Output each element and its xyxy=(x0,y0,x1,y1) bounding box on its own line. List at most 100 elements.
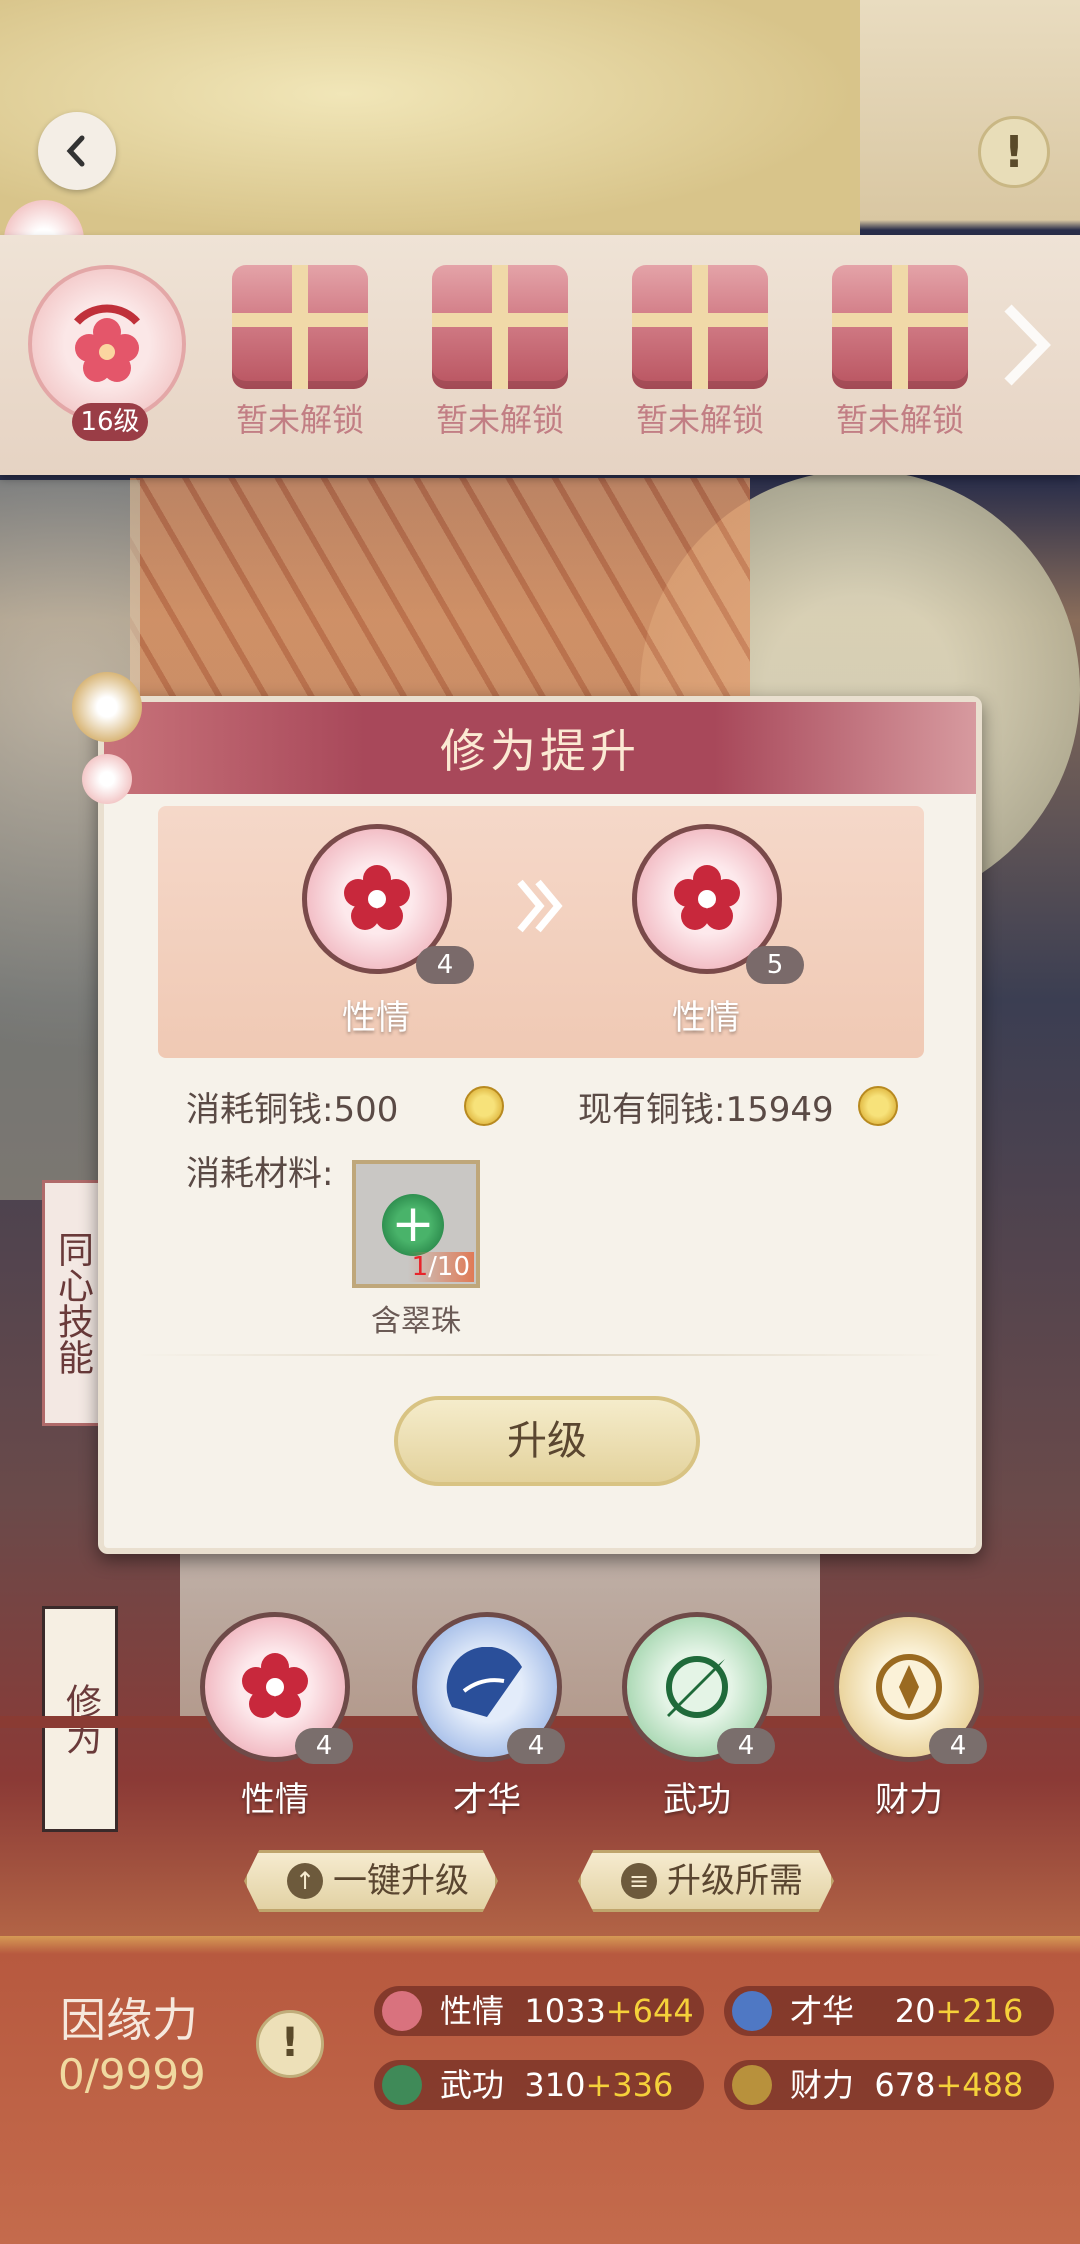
coin-owned-label: 现有铜钱 xyxy=(578,1090,714,1130)
stat-base: 20 xyxy=(894,1992,936,2030)
coin-icon xyxy=(876,1654,942,1720)
stat-talent: 才华 20+216 xyxy=(724,1986,1054,2036)
slot-locked-label: 暂未解锁 xyxy=(235,401,364,439)
slot-locked-label: 暂未解锁 xyxy=(635,401,764,439)
attr-martial[interactable]: 4 武功 xyxy=(622,1612,775,1821)
upgrade-requirements-button[interactable]: ≡ 升级所需 xyxy=(578,1850,834,1912)
material-slot[interactable]: + 1/10 xyxy=(352,1160,480,1288)
sword-icon xyxy=(382,2065,422,2105)
exclamation-icon: ! xyxy=(1003,126,1025,178)
gift-box-icon xyxy=(632,265,768,389)
chevron-left-icon xyxy=(66,135,85,167)
one-key-upgrade-label: 一键升级 xyxy=(333,1861,469,1901)
double-chevron-right-icon xyxy=(517,879,563,933)
attr-wealth[interactable]: 4 财力 xyxy=(834,1612,987,1821)
one-key-upgrade-button[interactable]: ↑ 一键升级 xyxy=(244,1850,498,1912)
attr-level-badge: 4 xyxy=(717,1728,775,1764)
stat-temperament: 性情 1033+644 xyxy=(374,1986,704,2036)
flower-decoration xyxy=(72,672,142,742)
bond-slot-strip: 16级 暂未解锁 暂未解锁 暂未解锁 暂未解锁 xyxy=(0,235,1080,475)
stat-label: 武功 xyxy=(440,2066,505,2104)
slot-active[interactable]: 16级 xyxy=(28,265,188,465)
plum-flower-icon xyxy=(382,1991,422,2031)
current-level-badge: 4 xyxy=(416,946,474,984)
stat-label: 财力 xyxy=(790,2066,855,2104)
fate-info-button[interactable]: ! xyxy=(256,2010,324,2078)
plum-flower-icon xyxy=(242,1653,308,1718)
stat-bonus: +216 xyxy=(935,1992,1024,2030)
attr-level-badge: 4 xyxy=(929,1728,987,1764)
material-have: 1 xyxy=(411,1252,429,1282)
current-attr-label: 性情 xyxy=(342,998,410,1038)
slot-locked-1[interactable]: 暂未解锁 xyxy=(220,265,380,465)
material-cost-label: 消耗材料 xyxy=(186,1154,322,1194)
upgrade-button[interactable]: 升级 xyxy=(394,1396,700,1486)
exclamation-icon: ! xyxy=(280,2020,300,2066)
layers-icon: ≡ xyxy=(621,1863,657,1899)
coin-cost: 消耗铜钱:500 xyxy=(186,1090,399,1130)
slot-locked-label: 暂未解锁 xyxy=(435,401,564,439)
attr-label: 武功 xyxy=(663,1780,731,1820)
stat-label: 性情 xyxy=(440,1992,505,2030)
tab-bond-skill-label: 同心技能 xyxy=(52,1231,93,1375)
gift-box-icon xyxy=(832,265,968,389)
stat-bonus: +644 xyxy=(605,1992,694,2030)
coin-owned-value: 15949 xyxy=(725,1090,834,1130)
background-lantern xyxy=(0,0,860,235)
gift-box-icon xyxy=(232,265,368,389)
stat-bonus: +488 xyxy=(935,2066,1024,2104)
stat-wealth: 财力 678+488 xyxy=(724,2060,1054,2110)
attr-level-badge: 4 xyxy=(507,1728,565,1764)
coin-cost-label: 消耗铜钱 xyxy=(186,1090,322,1130)
stat-martial: 武功 310+336 xyxy=(374,2060,704,2110)
slot-locked-3[interactable]: 暂未解锁 xyxy=(620,265,780,465)
attr-label: 才华 xyxy=(453,1780,521,1820)
flower-decoration xyxy=(82,754,132,804)
stat-base: 1033 xyxy=(524,1992,606,2030)
attr-label: 财力 xyxy=(875,1780,943,1820)
coin-owned: 现有铜钱:15949 xyxy=(578,1090,834,1130)
back-button[interactable] xyxy=(38,112,116,190)
attr-talent[interactable]: 4 才华 xyxy=(412,1612,565,1821)
dialog-header: 修为提升 xyxy=(104,702,976,794)
slot-locked-label: 暂未解锁 xyxy=(835,401,964,439)
gift-box-icon xyxy=(432,265,568,389)
plum-flower-icon xyxy=(344,865,410,930)
next-attr-label: 性情 xyxy=(672,998,740,1038)
material-cost: 消耗材料: xyxy=(186,1154,334,1194)
sword-icon xyxy=(666,1656,728,1718)
next-level-badge: 5 xyxy=(746,946,804,984)
attr-level-badge: 4 xyxy=(295,1728,353,1764)
material-name: 含翠珠 xyxy=(371,1304,461,1339)
coin-icon xyxy=(732,2065,772,2105)
dialog-divider xyxy=(134,1354,946,1356)
slot-level-badge: 16级 xyxy=(72,403,148,441)
chevron-right-icon[interactable] xyxy=(1000,300,1056,390)
arrow-up-icon: ↑ xyxy=(287,1863,323,1899)
coin-icon xyxy=(858,1086,898,1126)
fan-icon xyxy=(732,1991,772,2031)
dialog-title: 修为提升 xyxy=(440,724,640,778)
plus-icon: + xyxy=(382,1194,444,1256)
stat-label: 才华 xyxy=(790,1992,855,2030)
stat-base: 678 xyxy=(874,2066,936,2104)
plum-flower-icon xyxy=(674,865,740,930)
level-compare-panel: 4 性情 5 性情 xyxy=(158,806,924,1058)
sakura-icon xyxy=(74,304,140,382)
stat-bonus: +336 xyxy=(585,2066,674,2104)
upgrade-dialog: 修为提升 4 性情 5 性情 消耗铜钱:500 现有铜钱:15949 消耗材料:… xyxy=(72,672,982,1554)
slot-locked-2[interactable]: 暂未解锁 xyxy=(420,265,580,465)
material-count: 1/10 xyxy=(407,1252,474,1282)
upgrade-requirements-label: 升级所需 xyxy=(667,1861,803,1901)
tab-bond-skill[interactable]: 同心技能 xyxy=(42,1180,102,1426)
attr-temperament[interactable]: 4 性情 xyxy=(200,1612,353,1821)
help-info-button[interactable]: ! xyxy=(978,116,1050,188)
slot-locked-4[interactable]: 暂未解锁 xyxy=(820,265,980,465)
material-need: /10 xyxy=(428,1252,470,1282)
fate-power-value: 0/9999 xyxy=(58,2050,206,2099)
attr-label: 性情 xyxy=(241,1780,309,1820)
sakura-slot-icon xyxy=(28,265,186,423)
stat-base: 310 xyxy=(524,2066,586,2104)
fate-power-title: 因缘力 xyxy=(60,1993,198,2047)
background-lattice xyxy=(130,478,750,708)
